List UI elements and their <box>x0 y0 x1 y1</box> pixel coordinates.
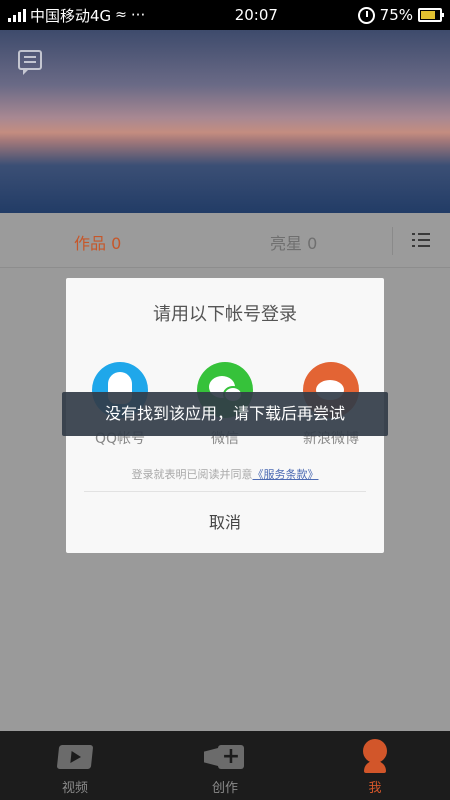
battery-percent: 75% <box>379 6 413 24</box>
nav-me-label: 我 <box>368 781 382 796</box>
bottom-nav: 视频 + 创作 我 <box>0 731 450 800</box>
nav-me[interactable]: 我 <box>300 731 450 800</box>
profile-icon <box>360 739 390 773</box>
status-right: 75% <box>357 6 444 24</box>
tab-stars[interactable]: 亮星 0 <box>270 230 317 254</box>
terms-link[interactable]: 《服务条款》 <box>253 468 319 481</box>
create-icon: + <box>204 745 244 769</box>
alarm-icon <box>357 6 375 24</box>
carrier-label: 中国移动4G <box>30 6 112 25</box>
video-icon <box>56 745 94 769</box>
message-icon[interactable] <box>18 50 42 75</box>
nav-create-label: 创作 <box>211 781 238 796</box>
cancel-button[interactable]: 取消 <box>66 492 384 553</box>
wifi-icon: ≈ <box>115 7 127 23</box>
signal-icon <box>8 8 26 22</box>
list-view-icon[interactable] <box>412 233 430 248</box>
nav-video-label: 视频 <box>61 781 88 796</box>
nav-create[interactable]: + 创作 <box>150 731 300 800</box>
profile-tabs: 作品 0 亮星 0 <box>0 213 450 268</box>
terms-text: 登录就表明已阅读并同意 <box>131 468 253 481</box>
tab-works[interactable]: 作品 0 <box>74 230 121 254</box>
terms-notice: 登录就表明已阅读并同意《服务条款》 <box>66 466 384 482</box>
status-left: 中国移动4G ≈ ··· <box>8 5 183 26</box>
more-icon: ··· <box>130 6 146 24</box>
dialog-title: 请用以下帐号登录 <box>153 304 297 325</box>
battery-icon <box>418 8 444 22</box>
status-bar: 中国移动4G ≈ ··· 20:07 75% <box>0 0 450 30</box>
tab-divider <box>392 227 393 255</box>
nav-video[interactable]: 视频 <box>0 731 150 800</box>
toast-message: 没有找到该应用，请下载后再尝试 <box>62 392 388 436</box>
profile-cover-image <box>0 30 450 213</box>
status-time: 20:07 <box>234 6 278 24</box>
